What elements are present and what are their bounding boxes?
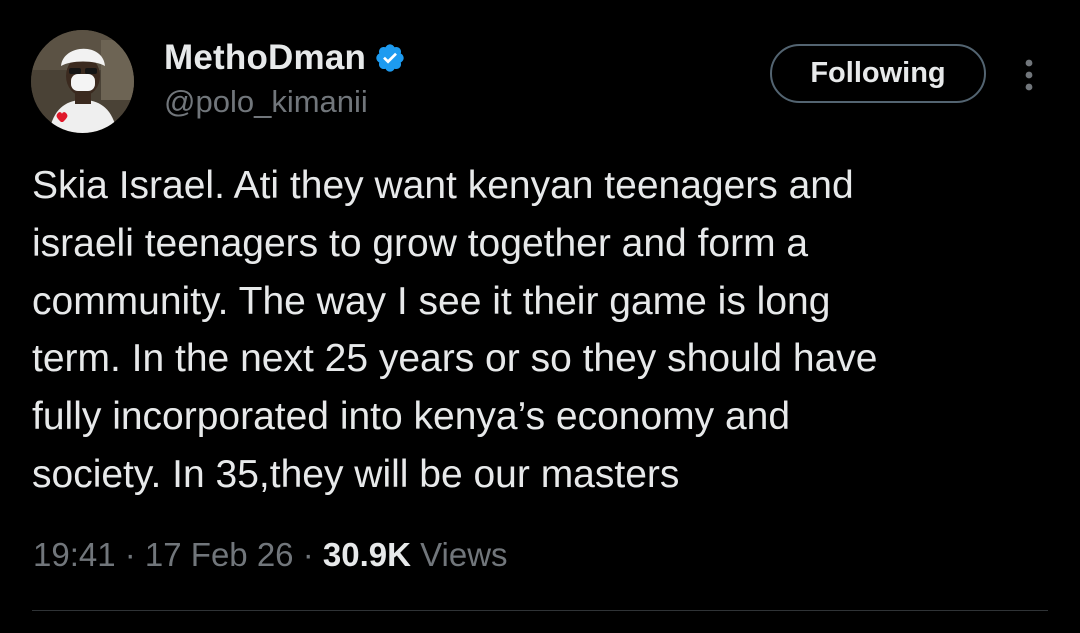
meta-separator: ·: [115, 536, 145, 573]
tweet-text: Skia Israel. Ati they want kenyan teenag…: [32, 164, 878, 496]
tweet-date[interactable]: 17 Feb 26: [145, 536, 294, 574]
views-count: 30.9K: [322, 536, 411, 573]
divider: [32, 610, 1048, 611]
avatar[interactable]: [31, 30, 134, 133]
following-button[interactable]: Following: [770, 44, 986, 103]
user-handle[interactable]: @polo_kimanii: [164, 84, 406, 120]
meta-separator: ·: [293, 536, 323, 573]
tweet-time[interactable]: 19:41: [33, 536, 116, 574]
verified-badge-icon: [374, 42, 406, 74]
user-info: MethoDman @polo_kimanii: [164, 38, 406, 120]
views-spacer: [411, 536, 420, 574]
tweet-card: MethoDman @polo_kimanii Following Skia I…: [0, 0, 1080, 633]
more-vertical-icon[interactable]: [1014, 55, 1044, 95]
name-row: MethoDman: [164, 38, 406, 78]
display-name[interactable]: MethoDman: [164, 38, 366, 78]
avatar-image: [31, 30, 134, 133]
views-label: Views: [420, 536, 508, 573]
tweet-meta: 19:41 · 17 Feb 26 · 30.9K Views: [33, 536, 508, 574]
